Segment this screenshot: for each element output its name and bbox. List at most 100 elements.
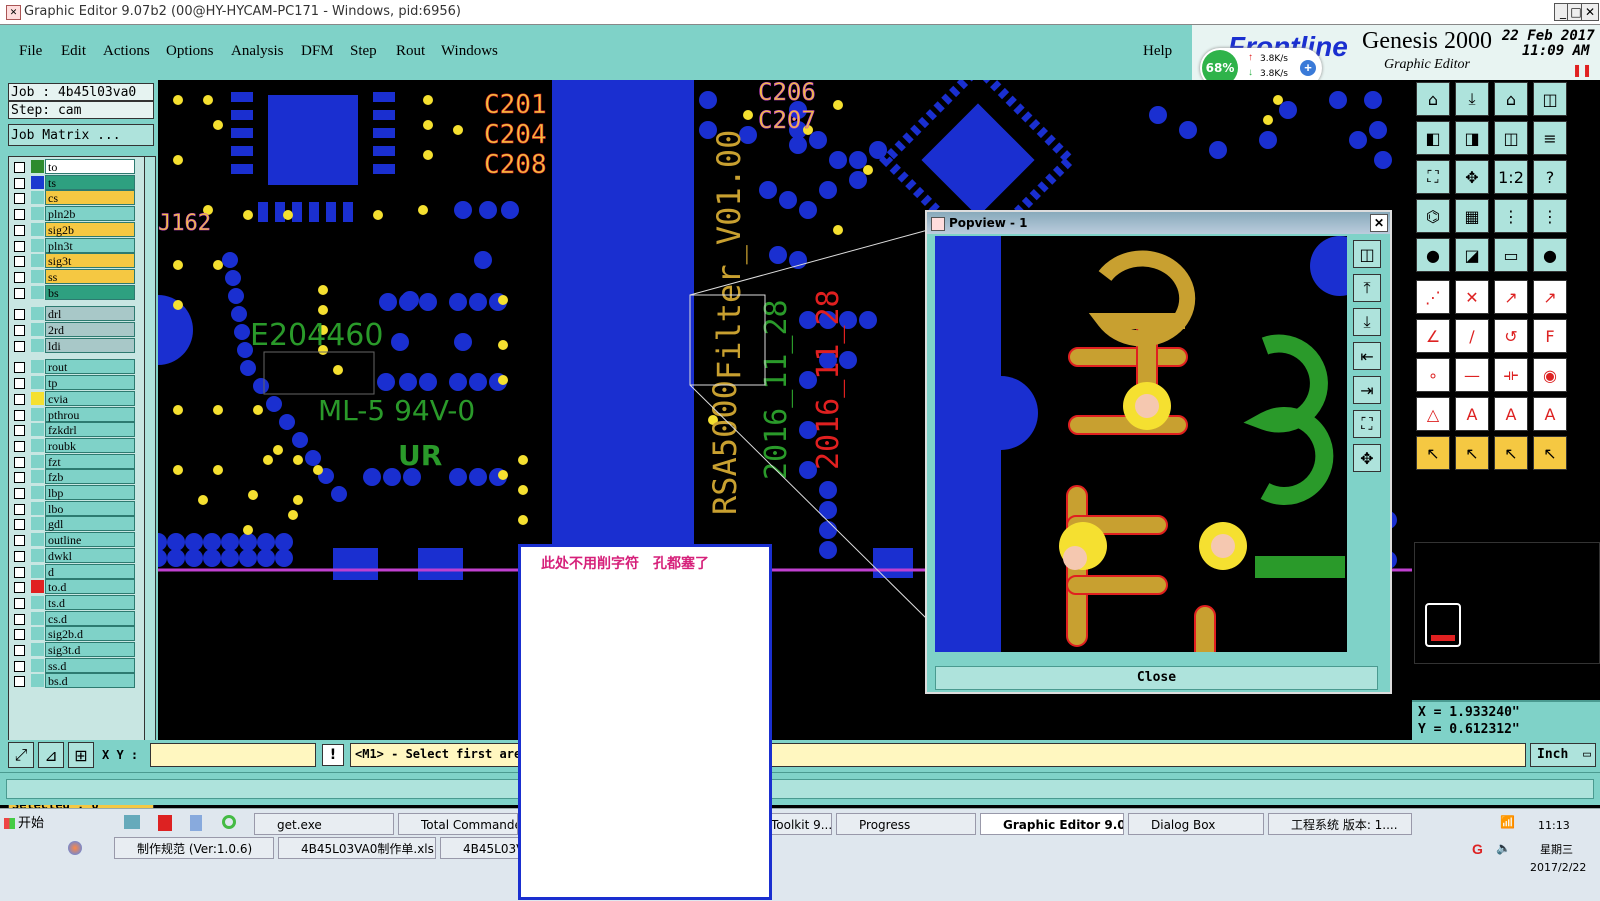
a-icon[interactable]: A — [1455, 397, 1489, 431]
layer-row-ldi[interactable]: ldi — [11, 337, 135, 353]
layer-row-cs[interactable]: cs — [11, 190, 135, 206]
layer-label[interactable]: pthrou — [45, 406, 135, 422]
browser-icon[interactable] — [222, 815, 236, 829]
layer-color-swatch[interactable] — [31, 285, 44, 299]
layer-label[interactable]: fzb — [45, 469, 135, 485]
layer-checkbox[interactable] — [14, 362, 25, 374]
task-dialog-box[interactable]: Dialog Box — [1128, 813, 1264, 835]
layer-checkbox[interactable] — [14, 629, 25, 641]
layer-color-swatch[interactable] — [31, 564, 44, 578]
dot-icon[interactable]: ● — [1533, 238, 1567, 272]
layer-color-swatch[interactable] — [31, 191, 44, 205]
menu-analysis[interactable]: Analysis — [231, 43, 284, 60]
layer-label[interactable]: tp — [45, 375, 135, 391]
layer-checkbox[interactable] — [14, 488, 25, 499]
layer-row-sig2b[interactable]: sig2b — [11, 221, 135, 237]
layer-color-swatch[interactable] — [31, 160, 44, 173]
popview-close-button[interactable]: Close — [935, 666, 1378, 690]
layer-checkbox[interactable] — [14, 503, 25, 515]
grid-view-icon[interactable]: ▦ — [1455, 199, 1489, 233]
layer-checkbox[interactable] — [14, 256, 25, 268]
right-icon[interactable]: ◨ — [1455, 121, 1489, 155]
pause-icon[interactable]: ❚❚ — [1572, 63, 1592, 77]
layer-color-swatch[interactable] — [31, 307, 44, 321]
popview-close-icon[interactable]: ✕ — [1370, 214, 1388, 232]
layer-row-ts[interactable]: ts — [11, 174, 135, 190]
layer-label[interactable]: ts.d — [45, 594, 135, 610]
menu-windows[interactable]: Windows — [441, 43, 498, 60]
layer-row-to[interactable]: to — [11, 159, 135, 174]
layer-checkbox[interactable] — [14, 162, 25, 173]
triangle-icon[interactable]: △ — [1416, 397, 1450, 431]
layer-checkbox[interactable] — [14, 224, 25, 236]
left-icon[interactable]: ◧ — [1416, 121, 1450, 155]
pointer4-icon[interactable]: ↖ — [1533, 436, 1567, 470]
document-icon[interactable] — [190, 815, 202, 831]
menu-dfm[interactable]: DFM — [301, 43, 334, 60]
layer-row-sig2b-d[interactable]: sig2b.d — [11, 626, 135, 642]
layer-checkbox[interactable] — [14, 193, 25, 205]
layer-color-swatch[interactable] — [31, 611, 44, 625]
units-select[interactable]: Inch ▭ — [1530, 743, 1596, 767]
layer-color-swatch[interactable] — [31, 254, 44, 268]
popview-window-icon[interactable]: ◫ — [1353, 240, 1381, 268]
layer-label[interactable]: bs.d — [45, 673, 135, 689]
layer-label[interactable]: ts — [45, 174, 135, 190]
layer-checkbox[interactable] — [14, 597, 25, 609]
dash-icon[interactable]: — — [1455, 358, 1489, 392]
layer-row-dwkl[interactable]: dwkl — [11, 547, 135, 563]
menu-step[interactable]: Step — [350, 43, 377, 60]
layer-color-swatch[interactable] — [31, 423, 44, 437]
layer-row-2rd[interactable]: 2rd — [11, 322, 135, 337]
xy-input[interactable] — [150, 743, 316, 767]
layer-row-pln3t[interactable]: pln3t — [11, 237, 135, 253]
close-button[interactable]: ✕ — [1581, 3, 1599, 21]
fit-icon[interactable]: ⛶ — [1416, 160, 1450, 194]
layer-label[interactable]: cs.d — [45, 610, 135, 626]
task-4b45[interactable]: 4B45L03VA — [440, 837, 520, 859]
undo-icon[interactable]: ↺ — [1494, 319, 1528, 353]
layer-checkbox[interactable] — [14, 393, 25, 405]
layer-checkbox[interactable] — [14, 287, 25, 299]
layer-row-ts-d[interactable]: ts.d — [11, 594, 135, 610]
popview-fit-icon[interactable]: ⛶ — [1353, 410, 1381, 438]
house-icon[interactable]: ⌂ — [1494, 82, 1528, 116]
task-progress[interactable]: Progress — [836, 813, 976, 835]
stack-icon[interactable]: ≡ — [1533, 121, 1567, 155]
tray-network-icon[interactable]: 📶 — [1500, 815, 1515, 829]
layer-color-swatch[interactable] — [31, 207, 44, 221]
layer-checkbox[interactable] — [14, 566, 25, 578]
node-icon[interactable]: ⋰ — [1416, 280, 1450, 314]
pen-icon[interactable]: ∠ — [1416, 319, 1450, 353]
line-add-icon[interactable]: ↗ — [1494, 280, 1528, 314]
layer-checkbox[interactable] — [14, 645, 25, 656]
layer-label[interactable]: lbo — [45, 500, 135, 516]
layer-row-sig3t[interactable]: sig3t — [11, 253, 135, 269]
layer-label[interactable]: sig3t.d — [45, 642, 135, 657]
ruler-icon[interactable]: ▭ — [1494, 238, 1528, 272]
task-graphic-editor[interactable]: Graphic Editor 9.07... — [980, 813, 1124, 835]
menu-help[interactable]: Help — [1143, 43, 1172, 60]
layer-label[interactable]: ss.d — [45, 657, 135, 673]
layer-color-swatch[interactable] — [31, 454, 44, 468]
layer-color-swatch[interactable] — [31, 438, 44, 452]
layer-label[interactable]: bs — [45, 284, 135, 300]
layer-row-fzb[interactable]: fzb — [11, 469, 135, 485]
pdf-icon[interactable] — [158, 815, 172, 831]
popview-left-icon[interactable]: ⇤ — [1353, 342, 1381, 370]
layer-label[interactable]: sig2b.d — [45, 626, 135, 642]
info-icon[interactable]: ! — [322, 744, 344, 766]
ff-icon[interactable]: F — [1533, 319, 1567, 353]
layer-row-rout[interactable]: rout — [11, 359, 135, 375]
layer-row-drl[interactable]: drl — [11, 306, 135, 322]
a2-icon[interactable]: A — [1494, 397, 1528, 431]
layer-color-swatch[interactable] — [31, 391, 44, 405]
layer-color-swatch[interactable] — [31, 486, 44, 499]
layer-row-bs-d[interactable]: bs.d — [11, 673, 135, 689]
layer-label[interactable]: cvia — [45, 390, 135, 406]
layer-label[interactable]: lbp — [45, 485, 135, 500]
ratio-icon[interactable]: 1:2 — [1494, 160, 1528, 194]
layer-label[interactable]: outline — [45, 532, 135, 548]
pointer2-icon[interactable]: ↖ — [1455, 436, 1489, 470]
layer-label[interactable]: fzt — [45, 453, 135, 469]
